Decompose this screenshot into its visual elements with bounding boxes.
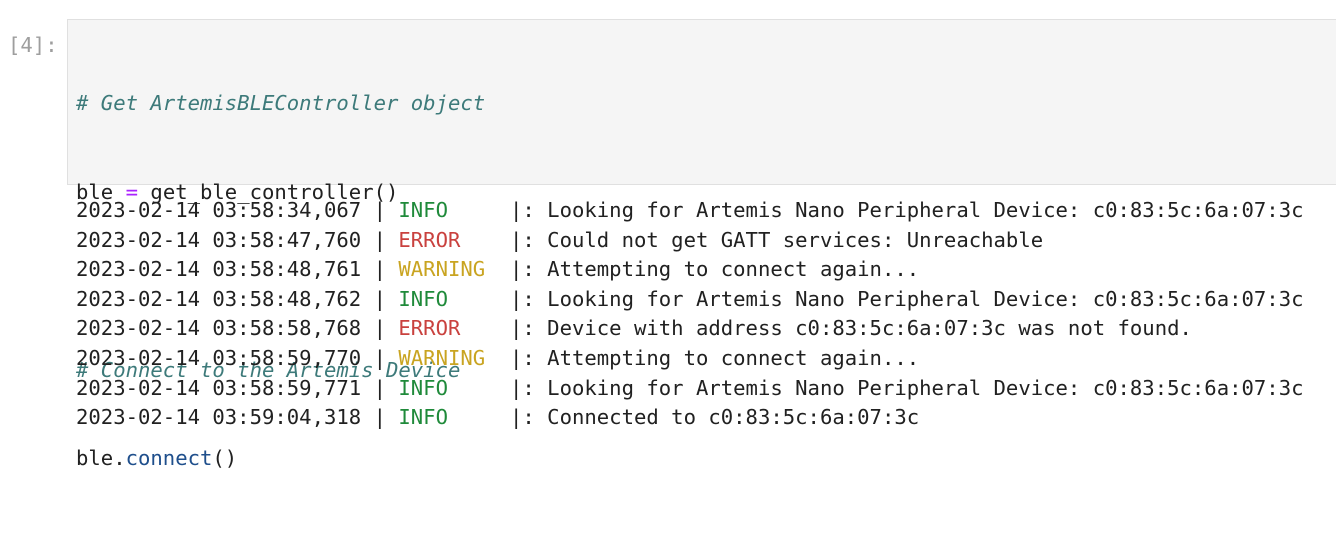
log-separator: | — [361, 375, 399, 400]
log-level: INFO — [398, 405, 448, 430]
log-padding — [485, 346, 510, 370]
log-padding — [485, 257, 510, 281]
log-separator: | — [361, 286, 399, 311]
log-padding — [460, 316, 510, 340]
log-separator: | — [361, 198, 399, 222]
log-separator: | — [361, 257, 399, 282]
log-separator: | — [361, 405, 399, 430]
log-timestamp: 2023-02-14 03:58:59,770 — [76, 345, 362, 370]
code-cell-editor[interactable]: # Get ArtemisBLEController object ble = … — [67, 19, 1336, 470]
log-padding — [448, 198, 510, 222]
log-message: |: Device with address c0:83:5c:6a:07:3c… — [509, 316, 1192, 341]
log-separator: | — [361, 316, 399, 341]
log-padding — [448, 376, 510, 400]
log-line: 2023-02-14 03:58:48,761 | WARNING |: Att… — [76, 255, 1304, 285]
log-line: 2023-02-14 03:58:58,768 | ERROR |: Devic… — [76, 314, 1304, 344]
log-padding — [448, 287, 510, 311]
code-comment: # Get ArtemisBLEController object — [76, 91, 486, 116]
log-message: |: Attempting to connect again... — [509, 345, 920, 370]
log-message: |: Connected to c0:83:5c:6a:07:3c — [509, 405, 920, 430]
code-line: # Get ArtemisBLEController object — [76, 89, 485, 119]
code-method: connect — [125, 446, 213, 471]
log-message: |: Looking for Artemis Nano Peripheral D… — [509, 286, 1304, 311]
log-level: ERROR — [398, 227, 461, 252]
log-timestamp: 2023-02-14 03:58:34,067 — [76, 198, 362, 222]
log-line: 2023-02-14 03:58:59,771 | INFO |: Lookin… — [76, 374, 1304, 404]
log-level: WARNING — [398, 345, 486, 370]
log-level: WARNING — [398, 257, 486, 282]
log-separator: | — [361, 227, 399, 252]
log-padding — [448, 405, 510, 429]
log-timestamp: 2023-02-14 03:58:59,771 — [76, 375, 362, 400]
code-object: ble. — [76, 446, 126, 471]
log-timestamp: 2023-02-14 03:59:04,318 — [76, 405, 362, 430]
log-padding — [460, 228, 510, 252]
log-level: ERROR — [398, 316, 461, 341]
log-line: 2023-02-14 03:58:34,067 | INFO |: Lookin… — [76, 196, 1304, 226]
log-message: |: Attempting to connect again... — [509, 257, 920, 282]
log-timestamp: 2023-02-14 03:58:47,760 — [76, 227, 362, 252]
log-timestamp: 2023-02-14 03:58:48,762 — [76, 286, 362, 311]
log-message: |: Looking for Artemis Nano Peripheral D… — [509, 375, 1304, 400]
log-line: 2023-02-14 03:59:04,318 | INFO |: Connec… — [76, 403, 1304, 433]
log-message: |: Could not get GATT services: Unreacha… — [509, 227, 1044, 252]
log-line: 2023-02-14 03:58:59,770 | WARNING |: Att… — [76, 344, 1304, 374]
log-message: |: Looking for Artemis Nano Peripheral D… — [509, 198, 1304, 222]
log-line: 2023-02-14 03:58:48,762 | INFO |: Lookin… — [76, 285, 1304, 315]
log-timestamp: 2023-02-14 03:58:48,761 — [76, 257, 362, 282]
log-timestamp: 2023-02-14 03:58:58,768 — [76, 316, 362, 341]
log-level: INFO — [398, 286, 448, 311]
log-separator: | — [361, 345, 399, 370]
log-line: 2023-02-14 03:58:47,760 | ERROR |: Could… — [76, 226, 1304, 256]
code-args: () — [212, 446, 238, 471]
execution-count-prompt: [4]: — [8, 33, 58, 57]
cell-output: 2023-02-14 03:58:34,067 | INFO |: Lookin… — [76, 196, 1304, 433]
log-level: INFO — [398, 198, 448, 222]
log-level: INFO — [398, 375, 448, 400]
code-line: ble.connect() — [76, 444, 485, 474]
